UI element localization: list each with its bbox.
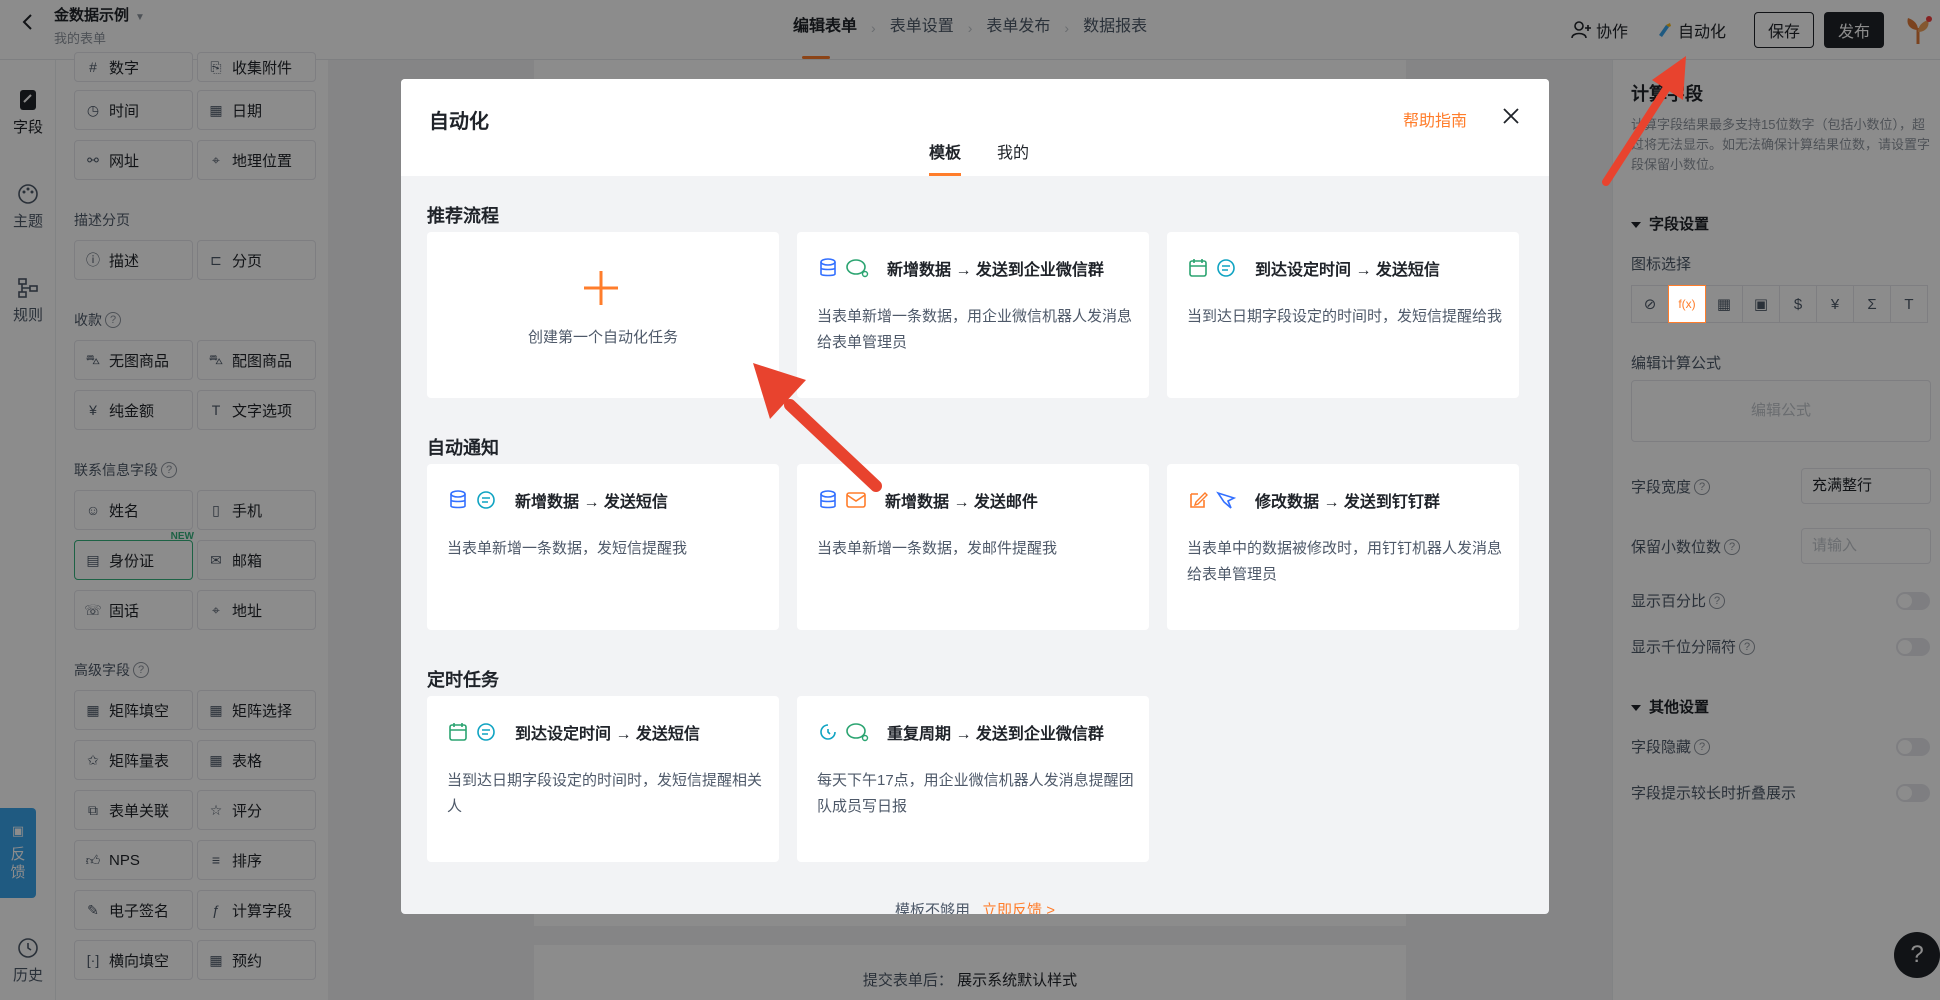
annotation-arrows bbox=[753, 56, 1686, 492]
function-icon[interactable]: f(x) bbox=[1668, 285, 1706, 323]
arrow-to-create-card bbox=[753, 363, 882, 492]
arrow-to-automation bbox=[1602, 56, 1686, 186]
